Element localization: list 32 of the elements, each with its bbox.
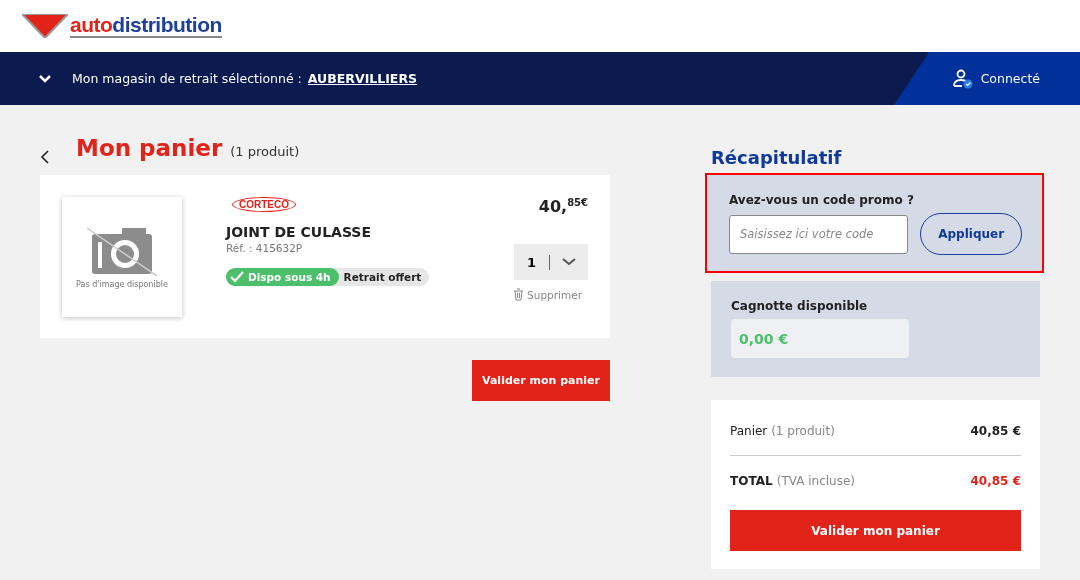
- summary-label: TOTAL (TVA incluse): [730, 474, 856, 488]
- validate-button[interactable]: Valider mon panier: [730, 510, 1021, 551]
- image-note: Pas d'image disponible: [76, 279, 168, 289]
- no-image-icon: [87, 225, 157, 276]
- product-name[interactable]: JOINT DE CULASSE: [226, 224, 468, 240]
- check-icon: [230, 271, 244, 283]
- logo[interactable]: autodistribution: [70, 14, 222, 38]
- account-status[interactable]: Connecté: [980, 71, 1040, 86]
- availability-badge: Dispo sous 4h: [226, 268, 339, 286]
- logo-icon: [22, 14, 68, 38]
- remove-button[interactable]: Supprimer: [513, 288, 588, 302]
- summary-title: Récapitulatif: [711, 146, 843, 170]
- product-price: 40,$^{85€}$: [538, 197, 588, 217]
- pickup-label: Retrait offert: [342, 271, 423, 283]
- promo-label: Avez-vous un code promo ?: [729, 193, 915, 207]
- store-label: Mon magasin de retrait sélectionné :: [72, 71, 302, 86]
- user-check-icon[interactable]: [952, 68, 973, 89]
- cart-count: (1 produit): [230, 144, 300, 159]
- store-link[interactable]: AUBERVILLIERS: [307, 71, 418, 86]
- validate-button[interactable]: Valider mon panier: [472, 360, 610, 401]
- cart-title: Mon panier: [76, 135, 223, 161]
- promo-code-field[interactable]: Saisissez ici votre code: [729, 214, 909, 254]
- summary-amount: 40,85 €: [970, 423, 1021, 438]
- back-icon[interactable]: [40, 150, 50, 164]
- product-ref: Réf. : 415632P: [226, 242, 304, 254]
- summary-amount: 40,85 €: [970, 474, 1021, 488]
- chevron-down-icon[interactable]: [38, 73, 52, 84]
- kitty-value: 0,00 €: [731, 319, 909, 358]
- quantity-select[interactable]: 1: [514, 244, 588, 281]
- kitty-label: Cagnotte disponible: [731, 299, 869, 313]
- trash-icon: [513, 288, 525, 302]
- summary-label: Panier (1 produit): [730, 423, 835, 438]
